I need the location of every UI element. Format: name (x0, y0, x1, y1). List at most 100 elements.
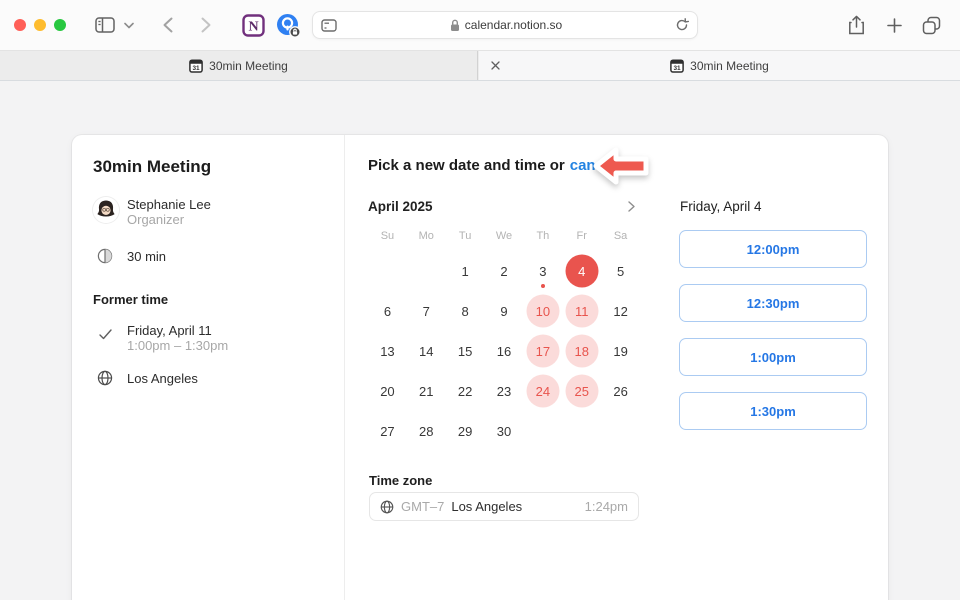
calendar-day-26[interactable]: 26 (601, 371, 640, 411)
duration-row: 30 min (93, 248, 166, 264)
calendar-month-header: April 2025 (368, 197, 640, 215)
tab-overview-icon (922, 16, 941, 35)
calendar-day-8[interactable]: 8 (446, 291, 485, 331)
former-time-row: Friday, April 11 1:00pm – 1:30pm (93, 323, 228, 354)
calendar-day-9[interactable]: 9 (485, 291, 524, 331)
svg-text:N: N (248, 19, 258, 34)
time-slot-button[interactable]: 12:00pm (679, 230, 867, 268)
window-minimize-button[interactable] (34, 19, 46, 31)
former-date: Friday, April 11 (127, 323, 228, 338)
sidebar-menu-button[interactable] (120, 13, 138, 37)
timezone-selector[interactable]: GMT–7 Los Angeles 1:24pm (369, 492, 639, 521)
calendar-day-18[interactable]: 18 (562, 331, 601, 371)
tab-30min-meeting-2[interactable]: 31 30min Meeting (479, 51, 960, 80)
calendar-day-13[interactable]: 13 (368, 331, 407, 371)
sidebar-toggle-button[interactable] (93, 13, 117, 37)
globe-icon (93, 370, 117, 386)
location-text: Los Angeles (127, 371, 198, 386)
forward-button[interactable] (194, 13, 218, 37)
calendar-day-10[interactable]: 10 (523, 291, 562, 331)
calendar-day-29[interactable]: 29 (446, 411, 485, 451)
close-icon (491, 61, 500, 70)
organizer-avatar (93, 197, 119, 223)
meeting-title: 30min Meeting (93, 157, 211, 177)
calendar-day-14[interactable]: 14 (407, 331, 446, 371)
notion-extension-button[interactable]: N (241, 13, 265, 37)
calendar-day-empty (601, 411, 640, 451)
share-icon (848, 15, 865, 35)
website-settings-icon[interactable] (321, 19, 337, 32)
globe-icon (380, 500, 394, 514)
tab-bar: 31 30min Meeting 31 30min Meeting (0, 50, 960, 81)
weekday-label: Fr (562, 230, 601, 242)
window-close-button[interactable] (14, 19, 26, 31)
calendar-day-5[interactable]: 5 (601, 251, 640, 291)
weekday-label: Sa (601, 230, 640, 242)
selected-day-heading: Friday, April 4 (680, 199, 762, 214)
panel-divider (344, 135, 345, 600)
calendar-day-21[interactable]: 21 (407, 371, 446, 411)
calendar-day-30[interactable]: 30 (485, 411, 524, 451)
tab-title: 30min Meeting (209, 59, 288, 73)
forward-icon (201, 17, 211, 33)
check-icon (93, 323, 117, 340)
calendar-day-22[interactable]: 22 (446, 371, 485, 411)
calendar-day-11[interactable]: 11 (562, 291, 601, 331)
notion-icon: N (242, 14, 265, 37)
calendar-day-12[interactable]: 12 (601, 291, 640, 331)
calendar-day-25[interactable]: 25 (562, 371, 601, 411)
calendar-day-empty (523, 411, 562, 451)
today-dot (541, 284, 545, 288)
calendar-day-2[interactable]: 2 (485, 251, 524, 291)
calendar-day-7[interactable]: 7 (407, 291, 446, 331)
booking-card: 30min Meeting Stephanie Lee Organizer 30… (72, 135, 888, 600)
calendar-day-20[interactable]: 20 (368, 371, 407, 411)
calendar-day-4[interactable]: 4 (562, 251, 601, 291)
reload-button[interactable] (675, 18, 689, 32)
chevron-right-icon (628, 201, 635, 212)
reload-icon (675, 18, 689, 32)
calendar-day-23[interactable]: 23 (485, 371, 524, 411)
timezone-label: Time zone (369, 473, 432, 488)
calendar-day-1[interactable]: 1 (446, 251, 485, 291)
window-controls (14, 19, 66, 31)
duration-icon (93, 248, 117, 264)
calendar-day-19[interactable]: 19 (601, 331, 640, 371)
timezone-city: Los Angeles (451, 499, 522, 514)
onepassword-extension-button[interactable] (276, 13, 300, 37)
weekday-row: SuMoTuWeThFrSa (368, 230, 640, 242)
slot-list: 12:00pm 12:30pm 1:00pm 1:30pm (679, 230, 867, 446)
calendar-day-3[interactable]: 3 (523, 251, 562, 291)
calendar-day-28[interactable]: 28 (407, 411, 446, 451)
share-button[interactable] (844, 13, 868, 37)
url-text: calendar.notion.so (465, 18, 562, 32)
calendar-day-16[interactable]: 16 (485, 331, 524, 371)
window-zoom-button[interactable] (54, 19, 66, 31)
tab-close-button[interactable] (487, 57, 504, 74)
duration-text: 30 min (127, 249, 166, 264)
onepassword-icon (276, 13, 301, 38)
calendar-day-6[interactable]: 6 (368, 291, 407, 331)
address-bar[interactable]: calendar.notion.so (312, 11, 698, 39)
back-button[interactable] (156, 13, 180, 37)
browser-toolbar: N calendar.notion.so (0, 0, 960, 50)
calendar-day-15[interactable]: 15 (446, 331, 485, 371)
organizer-role: Organizer (127, 212, 211, 228)
next-month-button[interactable] (622, 197, 640, 215)
weekday-label: Tu (446, 230, 485, 242)
timezone-current-time: 1:24pm (585, 499, 628, 514)
svg-text:31: 31 (674, 65, 682, 72)
time-slot-button[interactable]: 1:00pm (679, 338, 867, 376)
tab-30min-meeting-1[interactable]: 31 30min Meeting (0, 51, 478, 80)
former-time-label: Former time (93, 292, 168, 307)
new-tab-button[interactable] (882, 13, 906, 37)
plus-icon (887, 18, 902, 33)
former-range: 1:00pm – 1:30pm (127, 338, 228, 354)
calendar-day-17[interactable]: 17 (523, 331, 562, 371)
organizer-row: Stephanie Lee Organizer (93, 197, 211, 228)
time-slot-button[interactable]: 12:30pm (679, 284, 867, 322)
calendar-day-24[interactable]: 24 (523, 371, 562, 411)
time-slot-button[interactable]: 1:30pm (679, 392, 867, 430)
calendar-day-27[interactable]: 27 (368, 411, 407, 451)
tab-overview-button[interactable] (919, 13, 943, 37)
